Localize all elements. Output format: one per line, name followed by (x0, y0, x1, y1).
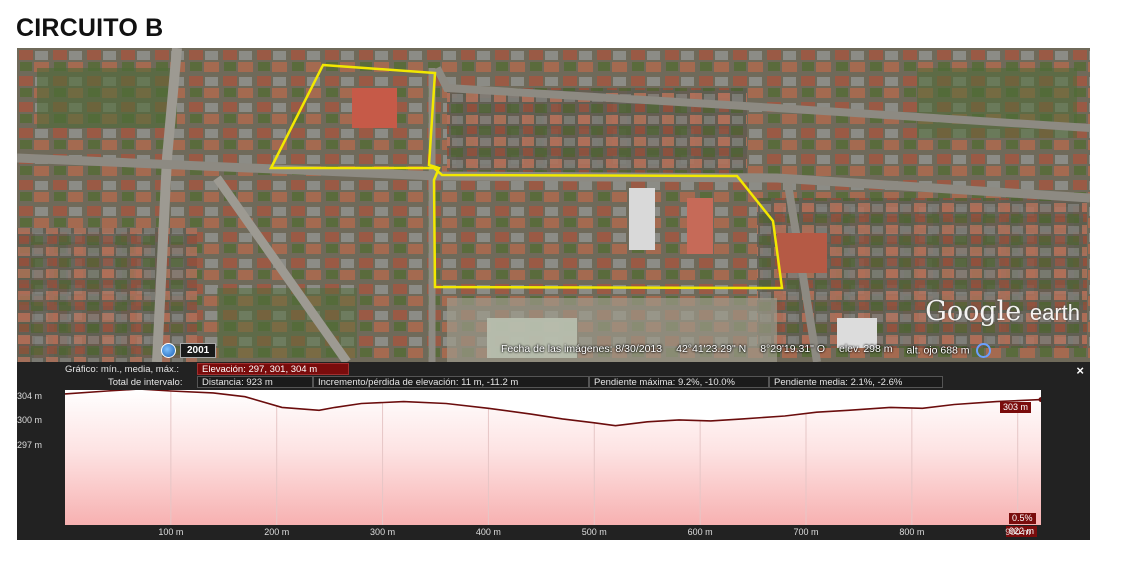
profile-stats-row-2: Total de intervalo: Distancia: 923 m Inc… (17, 376, 1090, 389)
y-tick-label: 300 m (17, 415, 43, 425)
x-tick-label: 300 m (370, 527, 396, 537)
eye-alt-label: alt. ojo (906, 344, 938, 357)
graph-label: Gráfico: mín., media, máx.: (65, 364, 180, 375)
imagery-year: 2001 (180, 343, 217, 358)
eye-alt-value: 688 m (940, 344, 970, 357)
profile-stats-row-1: Gráfico: mín., media, máx.: Elevación: 2… (17, 363, 1090, 378)
imagery-date: Fecha de las imágenes: 8/30/2013 (501, 343, 663, 355)
globe-icon (161, 343, 176, 358)
max-slope-stat: Pendiente máxima: 9.2%, -10.0% (589, 376, 769, 388)
x-tick-label: 500 m (581, 527, 607, 537)
latitude: 42°41'23.29" N (676, 343, 747, 355)
slope-tag: 0.5% (1009, 513, 1036, 524)
google-earth-logo: Google earth (925, 296, 1080, 327)
elevation-chart-svg (64, 388, 1044, 525)
interval-label: Total de intervalo: (108, 377, 183, 388)
page-title: CIRCUITO B (16, 14, 164, 42)
x-tick-label: 900 m (1005, 527, 1031, 537)
elevation-label: elev. (839, 343, 861, 355)
x-tick-label: 800 m (899, 527, 925, 537)
map-status-bar: Fecha de las imágenes: 8/30/2013 42°41'2… (501, 343, 992, 358)
distance-stat: Distancia: 923 m (197, 376, 313, 388)
y-tick-label: 304 m (17, 391, 43, 401)
x-tick-label: 100 m (158, 527, 184, 537)
satellite-map[interactable]: Google earth 2001 Fecha de las imágenes:… (17, 48, 1090, 362)
elevation-chart[interactable] (64, 388, 1044, 525)
elevation-value: 298 m (863, 343, 893, 355)
elevation-stats: Elevación: 297, 301, 304 m (197, 363, 349, 375)
avg-slope-stat: Pendiente media: 2.1%, -2.6% (769, 376, 943, 388)
historical-imagery-control[interactable]: 2001 (161, 343, 217, 358)
elevation-profile-panel: Gráfico: mín., media, máx.: Elevación: 2… (17, 362, 1090, 540)
streaming-indicator-icon (976, 343, 992, 358)
x-tick-label: 200 m (264, 527, 290, 537)
x-tick-label: 600 m (687, 527, 713, 537)
x-tick-label: 400 m (475, 527, 501, 537)
x-tick-label: 700 m (793, 527, 819, 537)
y-tick-label: 297 m (17, 440, 43, 450)
gain-loss-stat: Incremento/pérdida de elevación: 11 m, -… (313, 376, 589, 388)
longitude: 8°29'19.31" O (760, 343, 825, 355)
end-elevation-tag: 303 m (1000, 402, 1032, 413)
